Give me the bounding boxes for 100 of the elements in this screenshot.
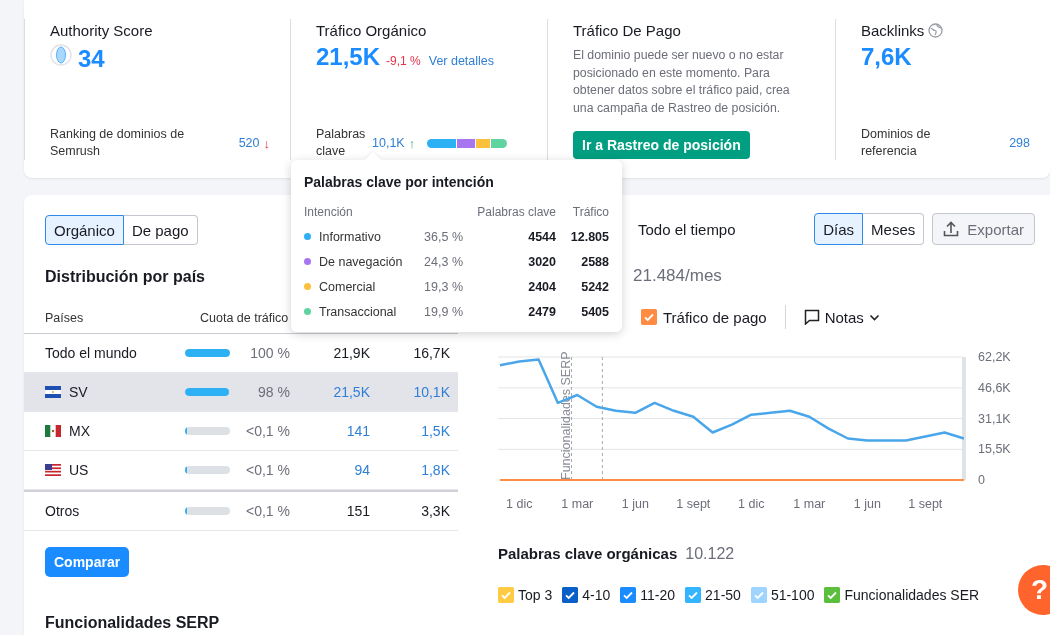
trend-arrow: ↑ [408,134,416,152]
axis-label: 0 [978,473,985,487]
table-cell-text: 5242 [580,278,609,296]
flag-icon [45,386,61,398]
column-header: Intención [304,203,354,221]
table-cell-text: 24,3 % [423,253,463,271]
tooltip-title: Palabras clave por intención [304,174,495,190]
table-link[interactable]: 1,8K [370,462,450,478]
toggle-tab[interactable]: Meses [863,213,925,245]
filter-label: 11-20 [640,587,676,603]
metric-title: Authority Score [50,22,153,39]
axis-label: 1 dic [506,497,533,511]
filter-label: 21-50 [705,587,741,603]
table-cell-text: 3020 [527,253,556,271]
axis-label: 46,6K [978,380,1011,395]
table-cell-text: 98 % [257,384,290,400]
axis-label: 1 dic [738,497,765,511]
tracking-button[interactable]: Ir a Rastreo de posición [573,131,750,159]
chevron-down-icon [868,313,880,321]
intent-name: De navegación [319,254,403,269]
table-cell-text: 2588 [580,253,609,271]
country-name: Otros [45,503,80,519]
country-name: Todo el mundo [45,345,137,361]
metric-value: 520 [238,134,260,152]
table-cell-text: 3,3K [420,503,450,519]
table-row[interactable]: US <0,1 % 94 1,8K [24,451,458,490]
table-link[interactable]: 10,1K [370,384,450,400]
score-ring-icon [50,43,72,67]
filter-label: 4-10 [582,587,611,603]
country-name: SV [69,384,88,400]
table-cell-text: 21,9K [332,345,370,361]
section-title: Palabras clave orgánicas [498,545,678,562]
column-header: Palabras clave [476,203,556,221]
table-link[interactable]: 94 [290,462,370,478]
metric-value: 7,6K [861,43,912,71]
axis-label: 1 mar [561,497,594,511]
table-cell-text: <0,1 % [245,423,290,439]
annotation-label: Funcionalidades SERP [558,351,573,480]
metric-label: Ranking de dominios de Semrush [50,126,186,160]
table-link[interactable]: 141 [290,423,370,439]
metric-value: 298 [1009,134,1030,152]
intent-name: Comercial [319,279,376,294]
table-cell-text: 2404 [527,278,556,296]
axis-label: 1 jun [853,497,881,511]
details-link[interactable]: Ver detalles [428,54,495,68]
table-row[interactable]: SV 98 % 21,5K 10,1K [24,373,458,412]
table-row[interactable]: Otros <0,1 % 151 3,3K [24,490,458,531]
country-name: US [69,462,89,478]
tab[interactable]: De pago [123,215,198,245]
table-cell-text: 16,7K [412,345,450,361]
section-title: Distribución por país [45,268,206,286]
axis-label: 15,5K [978,442,1011,457]
flag-icon [45,425,61,437]
info-text: El dominio puede ser nuevo o no estar posicionado en este momento. Para obtener datos sobre el tráfico paid, crea una campaña de Rastreo de posición. [573,47,791,117]
table-cell-text: 2479 [527,303,556,321]
axis-label: 1 sept [676,497,711,511]
export-button[interactable]: Exportar [932,213,1035,245]
axis-label: 1 sept [908,497,943,511]
metric-title: Tráfico Orgánico [316,22,427,39]
compare-button[interactable]: Comparar [45,547,130,577]
tab[interactable]: Orgánico [45,215,124,245]
comment-icon [803,309,820,325]
section-title: Funcionalidades SERP [45,614,221,632]
metric-title: Tráfico De Pago [573,22,681,39]
table-cell-text: <0,1 % [245,503,290,519]
column-header: Tráfico [571,203,609,221]
table-cell-text: 4544 [527,228,556,246]
axis-label: 1 mar [793,497,826,511]
toggle-tab[interactable]: Días [814,213,864,245]
metric-label: Palabras clave [316,126,366,160]
table-cell-text: 100 % [249,345,290,361]
metric-value: 34 [78,45,105,73]
column-header: Países [45,311,85,325]
table-row[interactable]: MX <0,1 % 141 1,5K [24,412,458,451]
metric-value: 10,1K [372,134,405,152]
metric-title: Backlinks [861,22,925,39]
table-cell-text: 151 [345,503,370,519]
table-cell-text: 5405 [580,303,609,321]
table-link[interactable]: 1,5K [370,423,450,439]
table-link[interactable]: 21,5K [290,384,370,400]
notes-button[interactable]: Notas [803,308,880,326]
trend-arrow: ↓ [263,134,270,152]
upload-icon [943,221,960,237]
filter-label: Funcionalidades SER [844,587,980,603]
axis-label: 1 jun [621,497,649,511]
column-header: Cuota de tráfico [200,311,289,325]
table-cell-text: 19,9 % [423,303,463,321]
range-handle[interactable] [962,357,966,480]
table-cell-text: 12.805 [569,228,609,246]
intent-name: Informativo [319,229,381,244]
metric-label: Dominios de referencia [861,126,932,160]
legend-label: Tráfico de pago [663,308,767,326]
table-cell-text: 19,3 % [423,278,463,296]
metric-value: 21,5K [316,43,381,71]
period-label: Todo el tiempo [638,220,736,238]
filter-label: 51-100 [770,587,815,603]
country-name: MX [69,423,90,439]
flag-icon [45,464,61,476]
keyword-count: 10.122 [685,545,735,563]
table-cell-text: <0,1 % [245,462,290,478]
